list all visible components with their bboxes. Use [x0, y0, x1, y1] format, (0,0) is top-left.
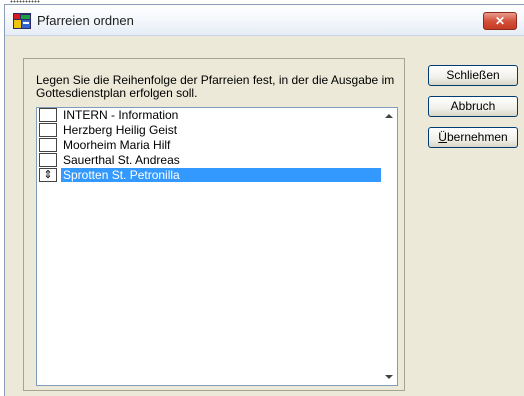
row-handle[interactable]	[39, 123, 57, 137]
list-item[interactable]: Sauerthal St. Andreas	[37, 153, 381, 167]
parish-listbox[interactable]: INTERN - Information Herzberg Heilig Gei…	[36, 107, 398, 386]
list-item[interactable]: INTERN - Information	[37, 108, 381, 122]
parish-label: INTERN - Information	[63, 108, 179, 122]
parish-label: Moorheim Maria Hilf	[63, 138, 171, 152]
parish-order-group: Legen Sie die Reihenfolge der Pfarreien …	[23, 58, 405, 391]
apply-label: bernehmen	[446, 130, 508, 144]
title-bar[interactable]: Pfarreien ordnen ✕	[5, 5, 524, 36]
close-button[interactable]: Schließen	[428, 65, 518, 86]
list-item[interactable]: Herzberg Heilig Geist	[37, 123, 381, 137]
parish-label: Sprotten St. Petronilla	[63, 168, 180, 182]
window-title: Pfarreien ordnen	[37, 13, 134, 28]
cancel-button[interactable]: Abbruch	[428, 96, 518, 117]
row-handle[interactable]	[39, 153, 57, 167]
parish-list: INTERN - Information Herzberg Heilig Gei…	[37, 108, 381, 183]
decorative-dots	[10, 0, 40, 3]
row-handle[interactable]	[39, 138, 57, 152]
scroll-up-arrow-icon[interactable]	[385, 114, 393, 118]
list-item[interactable]: Moorheim Maria Hilf	[37, 138, 381, 152]
app-window-icon	[13, 13, 31, 29]
parish-label: Sauerthal St. Andreas	[63, 153, 180, 167]
apply-button[interactable]: Übernehmen	[428, 127, 518, 148]
instruction-text: Legen Sie die Reihenfolge der Pfarreien …	[36, 73, 395, 100]
dialog-window: Pfarreien ordnen ✕ Legen Sie die Reihenf…	[4, 4, 524, 396]
close-icon: ✕	[494, 14, 506, 28]
list-item-selected[interactable]: ⇕ Sprotten St. Petronilla	[37, 168, 381, 182]
move-updown-icon[interactable]: ⇕	[39, 168, 57, 182]
scroll-down-arrow-icon[interactable]	[385, 375, 393, 379]
parish-label: Herzberg Heilig Geist	[63, 123, 178, 137]
apply-mnemonic: Ü	[438, 130, 447, 144]
vertical-scrollbar[interactable]	[381, 108, 397, 385]
close-window-button[interactable]: ✕	[483, 12, 517, 30]
row-handle[interactable]	[39, 108, 57, 122]
